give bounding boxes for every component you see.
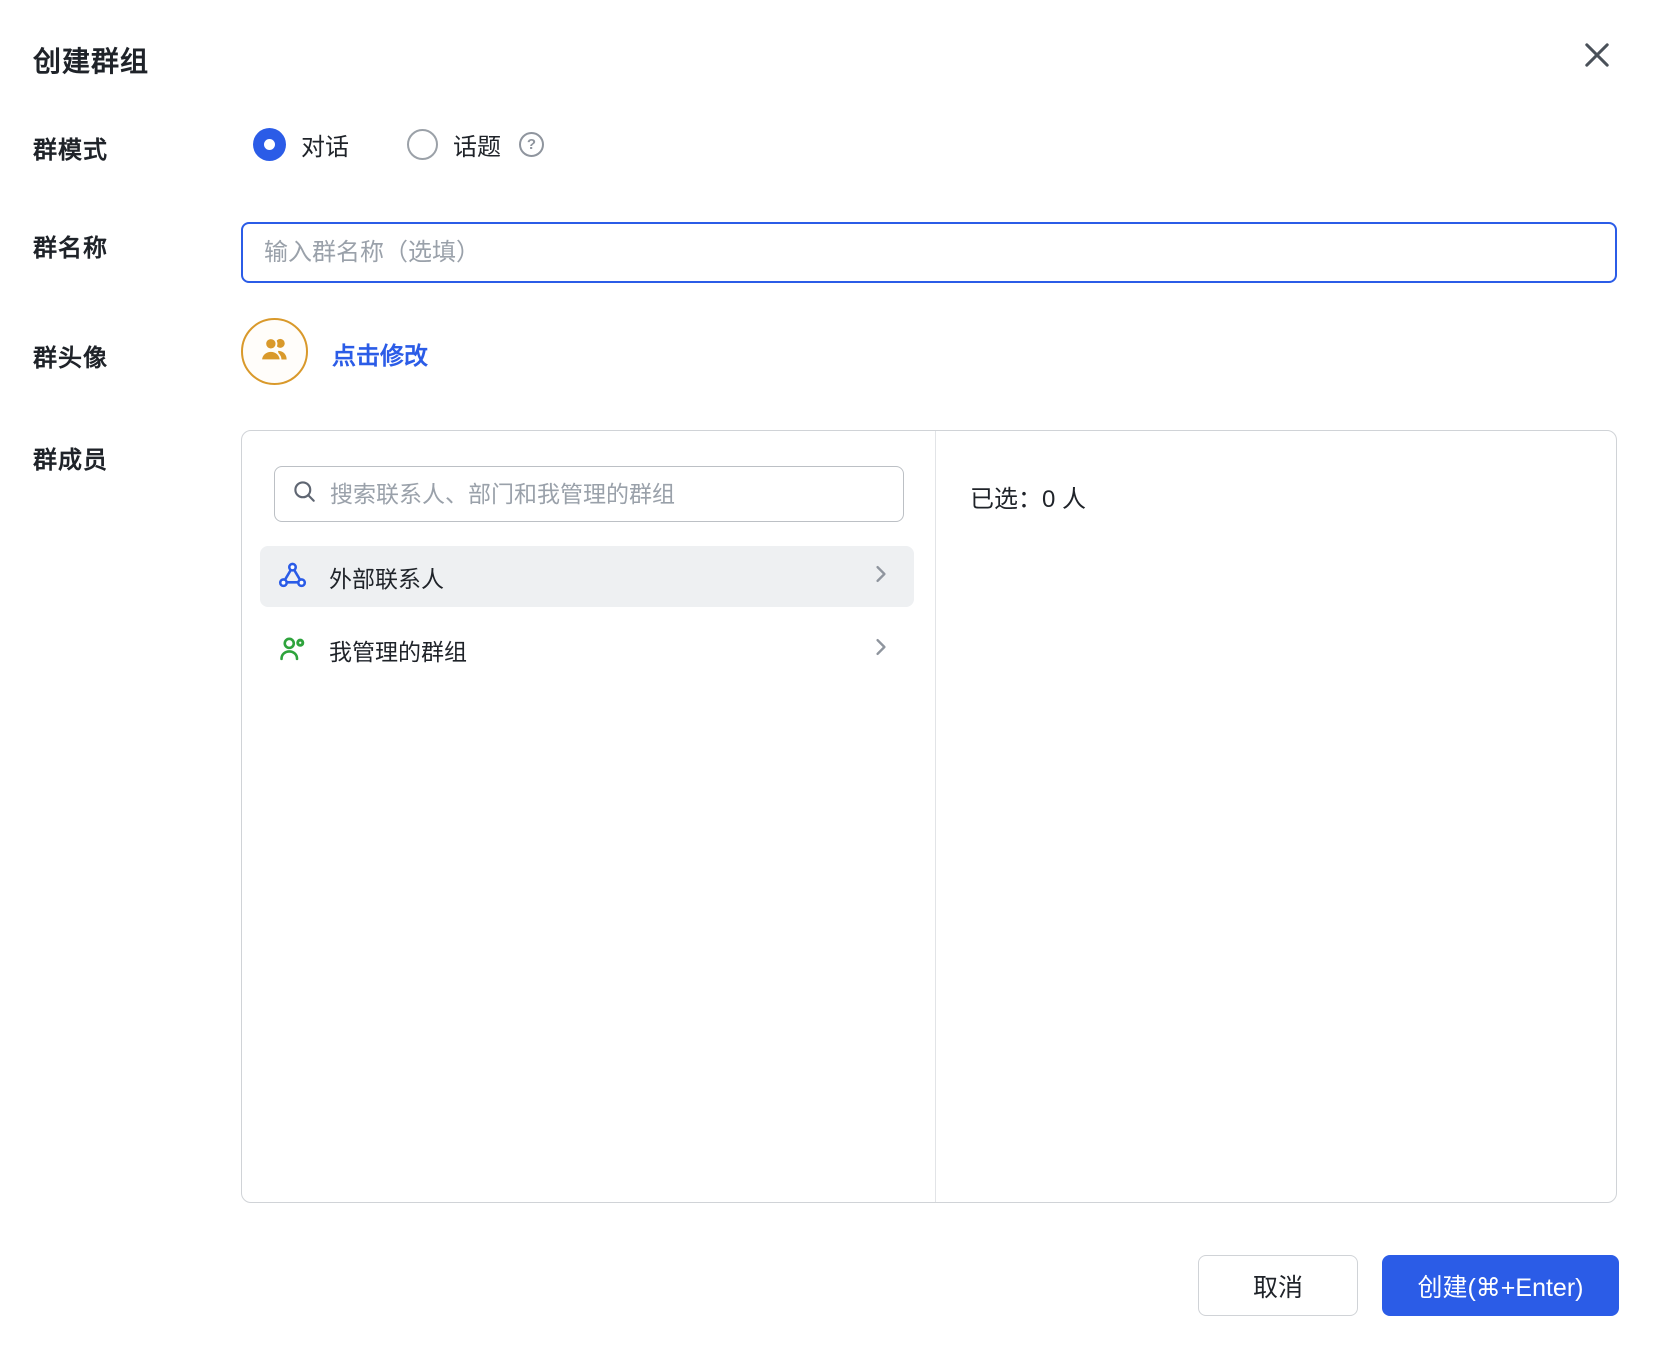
group-members-label: 群成员 [33,440,108,475]
group-mode-radio-group: 对话 话题 ? [253,124,544,164]
radio-chat-label[interactable]: 对话 [301,127,349,162]
radio-topic-unselected[interactable] [407,129,438,160]
group-name-input[interactable] [241,222,1617,283]
dialog-title: 创建群组 [33,40,149,80]
close-button[interactable] [1575,35,1619,79]
members-selected-pane: 已选：0 人 [936,431,1616,1202]
list-item-managed-groups[interactable]: 我管理的群组 [260,619,914,680]
close-icon [1579,37,1615,78]
list-item-label: 我管理的群组 [329,633,870,667]
group-avatar-people-icon [257,331,293,372]
managed-groups-icon [277,634,308,665]
search-icon [291,478,318,510]
group-name-label: 群名称 [33,228,108,263]
selected-count-text: 已选：0 人 [970,479,1086,514]
group-avatar-label: 群头像 [33,338,108,373]
member-search-box[interactable] [274,466,904,522]
member-search-input[interactable] [330,481,887,508]
create-group-dialog: 创建群组 群模式 对话 话题 ? 群名称 群头像 点击修改 [0,0,1654,1360]
cancel-button[interactable]: 取消 [1198,1255,1358,1316]
radio-chat-selected[interactable] [253,128,286,161]
members-source-pane: 外部联系人 我管理的群组 [242,431,936,1202]
external-contacts-icon [277,561,308,592]
list-item-external-contacts[interactable]: 外部联系人 [260,546,914,607]
create-button[interactable]: 创建(⌘+Enter) [1382,1255,1619,1316]
chevron-right-icon [870,636,892,663]
avatar-change-link[interactable]: 点击修改 [332,336,428,371]
group-avatar[interactable] [241,318,308,385]
radio-topic-label[interactable]: 话题 [453,127,501,162]
chevron-right-icon [870,563,892,590]
help-icon[interactable]: ? [519,132,544,157]
members-picker-panel: 外部联系人 我管理的群组 已选： [241,430,1617,1203]
group-mode-label: 群模式 [33,130,108,165]
list-item-label: 外部联系人 [329,560,870,594]
radio-dot [264,139,275,150]
